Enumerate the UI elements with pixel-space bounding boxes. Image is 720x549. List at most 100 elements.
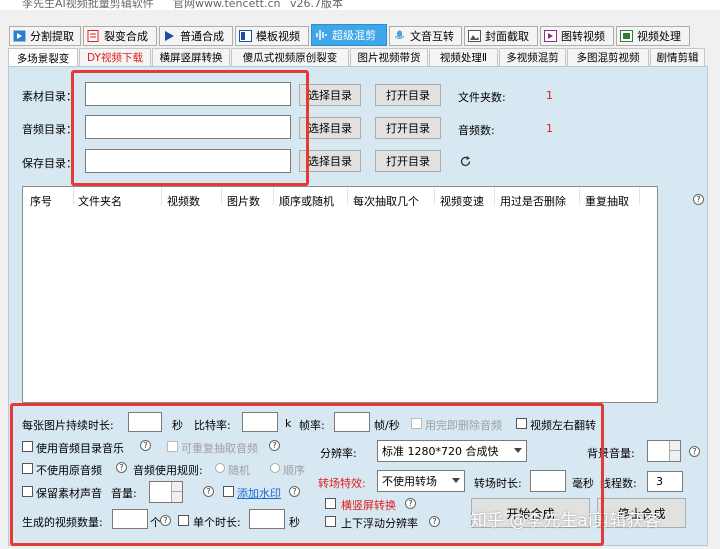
column-header-speed: 视频变速 (440, 195, 484, 208)
microphone-icon (393, 30, 406, 42)
tab-normal-compose[interactable]: 普通合成 (159, 26, 233, 46)
use-audio-dir-checkbox[interactable] (22, 441, 33, 452)
spinner-up-icon[interactable] (669, 441, 680, 451)
version-text: v26.7版本 (290, 0, 344, 10)
subtab-orientation-convert[interactable]: 横屏竖屏转换 (152, 48, 230, 67)
spinner-down-icon[interactable] (669, 451, 680, 461)
film-split-icon (13, 30, 26, 42)
subtab-multi-image-mix[interactable]: 多图混剪视频 (567, 48, 649, 67)
table-help-icon[interactable]: ? (693, 194, 704, 205)
waveform-icon (315, 29, 328, 41)
resolution-label: 分辨率: (320, 447, 357, 460)
website-text: 官网www.tencett.cn (173, 0, 281, 10)
repeat-audio-checkbox[interactable] (167, 441, 178, 452)
template-icon (239, 30, 252, 42)
material-open-dir-button[interactable]: 打开目录 (375, 84, 441, 106)
subtab-video-process-2[interactable]: 视频处理Ⅱ (429, 48, 498, 67)
subtab-multi-video-mix[interactable]: 多视频混剪 (499, 48, 566, 67)
video-count-label: 生成的视频数量: (22, 516, 103, 529)
tab-super-mix[interactable]: 超级混剪 (311, 24, 387, 46)
save-select-dir-button[interactable]: 选择目录 (299, 150, 361, 172)
delete-audio-checkbox[interactable] (411, 418, 422, 429)
image-icon (468, 30, 481, 42)
column-header-repeat-extract: 重复抽取 (585, 195, 629, 208)
play-triangle-icon (163, 30, 176, 42)
column-header-folder-name: 文件夹名 (78, 195, 122, 208)
subtab-multi-scene[interactable]: 多场景裂变 (8, 48, 78, 68)
spinner-down-icon[interactable] (171, 492, 182, 502)
random-radio[interactable] (215, 463, 225, 473)
add-watermark-link[interactable]: 添加水印 (237, 485, 281, 501)
landscape-convert-checkbox[interactable] (325, 498, 336, 509)
repeat-audio-label: 可重复抽取音频 (181, 442, 258, 455)
subtab-plot-edit[interactable]: 剧情剪辑 (650, 48, 705, 67)
tab-image-to-video[interactable]: 图转视频 (540, 26, 614, 46)
single-duration-input[interactable] (249, 509, 285, 529)
float-resolution-label: 上下浮动分辨率 (341, 517, 418, 530)
tab-video-process[interactable]: 视频处理 (616, 26, 690, 46)
bg-volume-label: 背景音量: (587, 447, 635, 460)
material-select-dir-button[interactable]: 选择目录 (299, 84, 361, 106)
tab-template-video[interactable]: 模板视频 (235, 26, 309, 46)
repeat-audio-help-icon[interactable]: ? (269, 440, 280, 451)
transition-select[interactable]: 不使用转场 (377, 470, 465, 492)
volume-label: 音量: (111, 487, 137, 500)
fps-input[interactable] (334, 412, 370, 432)
save-open-dir-button[interactable]: 打开目录 (375, 150, 441, 172)
audio-count-value: 1 (546, 122, 553, 135)
refresh-icon[interactable] (459, 155, 472, 168)
use-audio-help-icon[interactable]: ? (140, 440, 151, 451)
flip-video-checkbox[interactable] (516, 418, 527, 429)
single-duration-label: 单个时长: (193, 516, 241, 529)
resolution-select[interactable]: 标准 1280*720 合成快 (377, 440, 527, 462)
chevron-down-icon (514, 448, 522, 453)
main-tab-bar: 分割提取 裂变合成 普通合成 模板视频 超级混剪 文音互转 封面截取 图转视频 (0, 24, 720, 46)
image-duration-label: 每张图片持续时长: (22, 419, 114, 432)
tab-cover-capture[interactable]: 封面截取 (464, 26, 538, 46)
single-duration-checkbox[interactable] (178, 515, 189, 526)
float-resolution-help-icon[interactable]: ? (429, 516, 440, 527)
threads-input[interactable]: 3 (647, 471, 683, 492)
order-label: 顺序 (283, 464, 305, 477)
tab-text-audio-convert[interactable]: 文音互转 (389, 26, 462, 46)
video-count-help-icon[interactable]: ? (160, 515, 171, 526)
folder-table: 序号 文件夹名 视频数 图片数 顺序或随机 每次抽取几个 视频变速 用过是否删除… (22, 186, 658, 403)
audio-dir-input[interactable] (85, 115, 291, 139)
volume-help-icon[interactable]: ? (203, 486, 214, 497)
landscape-help-icon[interactable]: ? (405, 498, 416, 509)
material-dir-input[interactable] (85, 82, 291, 106)
bg-volume-spinner[interactable] (647, 440, 681, 462)
watermark-help-icon[interactable]: ? (289, 486, 300, 497)
keep-sound-label: 保留素材声音 (36, 487, 102, 500)
resolution-value: 标准 1280*720 合成快 (382, 445, 499, 458)
transition-duration-unit: 毫秒 (572, 477, 594, 490)
keep-sound-checkbox[interactable] (22, 486, 33, 497)
landscape-convert-label: 横竖屏转换 (341, 499, 396, 512)
order-radio[interactable] (270, 463, 280, 473)
column-header-index: 序号 (30, 195, 52, 208)
no-orig-audio-checkbox[interactable] (22, 463, 33, 474)
audio-select-dir-button[interactable]: 选择目录 (299, 117, 361, 139)
subtab-image-video-sales[interactable]: 图片视频带货 (350, 48, 428, 67)
bitrate-unit: k (285, 417, 292, 430)
transition-duration-input[interactable] (530, 470, 566, 492)
bg-volume-help-icon[interactable]: ? (689, 446, 700, 457)
tab-fission-compose[interactable]: 裂变合成 (83, 26, 157, 46)
bitrate-input[interactable] (242, 412, 278, 432)
save-dir-input[interactable] (85, 149, 291, 173)
tab-split-extract[interactable]: 分割提取 (9, 26, 81, 46)
use-audio-dir-label: 使用音频目录音乐 (36, 442, 124, 455)
single-duration-unit: 秒 (289, 516, 300, 529)
threads-label: 线程数: (600, 477, 637, 490)
volume-spinner[interactable] (149, 481, 183, 503)
subtab-easy-fission[interactable]: 傻瓜式视频原创裂变 (231, 48, 349, 67)
video-count-input[interactable] (112, 509, 148, 529)
column-header-image-count: 图片数 (227, 195, 260, 208)
image-duration-input[interactable] (128, 412, 162, 432)
no-orig-audio-help-icon[interactable]: ? (116, 462, 127, 473)
add-watermark-checkbox[interactable] (223, 486, 234, 497)
float-resolution-checkbox[interactable] (325, 516, 336, 527)
subtab-dy-download[interactable]: DY视频下载 (79, 48, 151, 67)
audio-open-dir-button[interactable]: 打开目录 (375, 117, 441, 139)
spinner-up-icon[interactable] (171, 482, 182, 492)
